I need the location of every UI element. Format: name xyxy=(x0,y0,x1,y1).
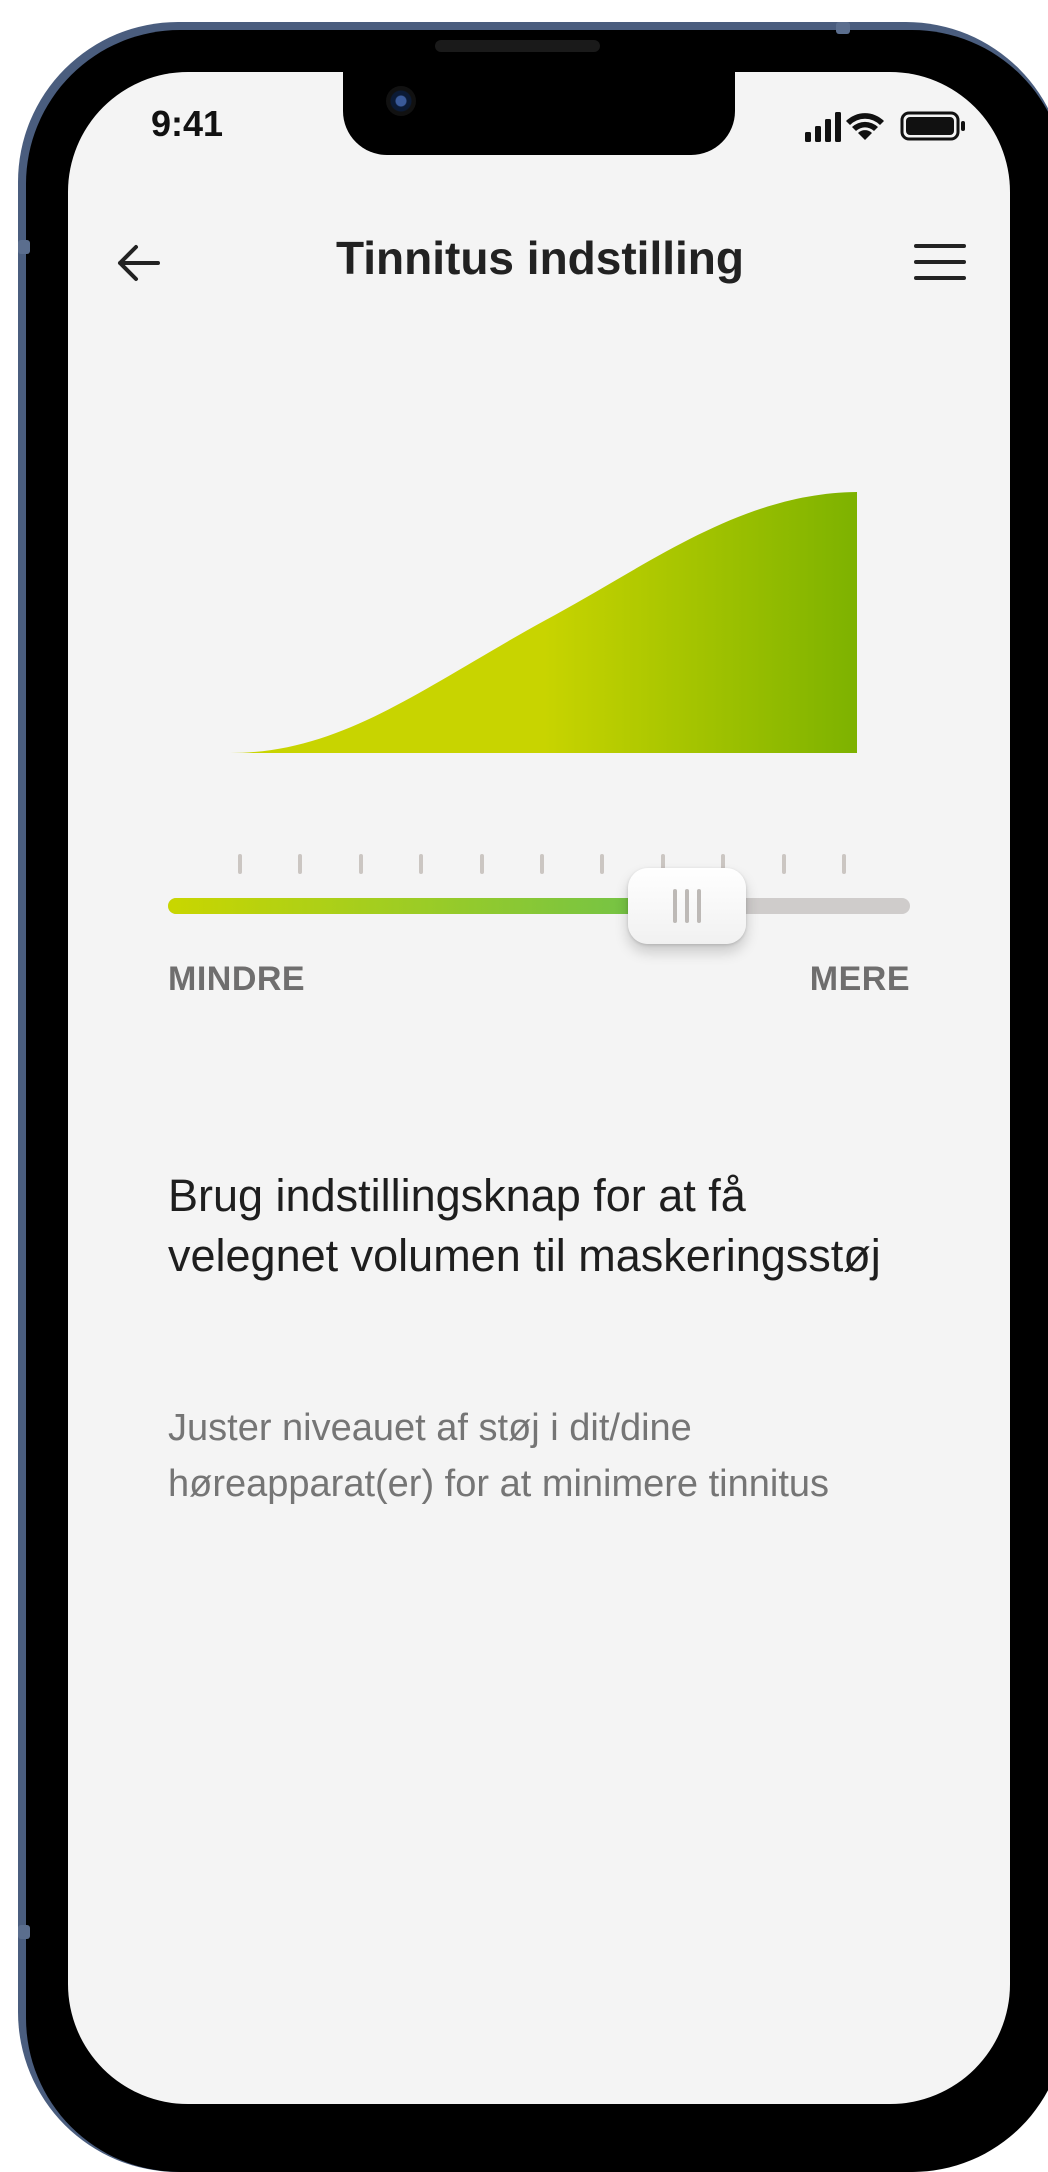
thumb-grip-line xyxy=(685,889,689,923)
slider-tick xyxy=(480,854,484,874)
menu-button[interactable] xyxy=(912,240,968,284)
front-camera xyxy=(386,86,416,116)
wifi-icon xyxy=(846,113,884,140)
slider-tick xyxy=(419,854,423,874)
battery-icon xyxy=(900,111,965,141)
slider-thumb[interactable] xyxy=(628,868,746,944)
slider-tick xyxy=(238,854,242,874)
app-screen xyxy=(68,72,1010,2104)
slider-tick xyxy=(298,854,302,874)
thumb-grip-line xyxy=(673,889,677,923)
slider-fill xyxy=(168,898,667,914)
status-time: 9:41 xyxy=(151,103,224,144)
page-title: Tinnitus indstilling xyxy=(335,232,744,284)
instruction-description: Juster niveauet af støj i dit/dine hørea… xyxy=(168,1407,830,1505)
phone-side-button xyxy=(18,1925,30,1939)
slider-tick xyxy=(842,854,846,874)
signal-icon xyxy=(805,112,841,142)
phone-side-button xyxy=(836,22,850,34)
instruction-heading: Brug indstillingsknap for at få velegnet… xyxy=(168,1170,881,1281)
status-icons xyxy=(805,108,975,144)
slider-min-label: MINDRE xyxy=(168,960,306,998)
earpiece-speaker xyxy=(435,40,600,52)
curve-area xyxy=(230,492,857,753)
slider-tick xyxy=(540,854,544,874)
masking-level-curve xyxy=(230,492,857,753)
slider-ticks xyxy=(238,854,850,876)
slider-tick xyxy=(600,854,604,874)
slider-track[interactable] xyxy=(168,898,910,914)
thumb-grip-line xyxy=(697,889,701,923)
slider-max-label: MERE xyxy=(809,960,910,998)
slider-tick xyxy=(359,854,363,874)
status-icons-svg xyxy=(805,111,965,142)
slider-tick xyxy=(782,854,786,874)
hamburger-menu-icon xyxy=(914,244,966,280)
